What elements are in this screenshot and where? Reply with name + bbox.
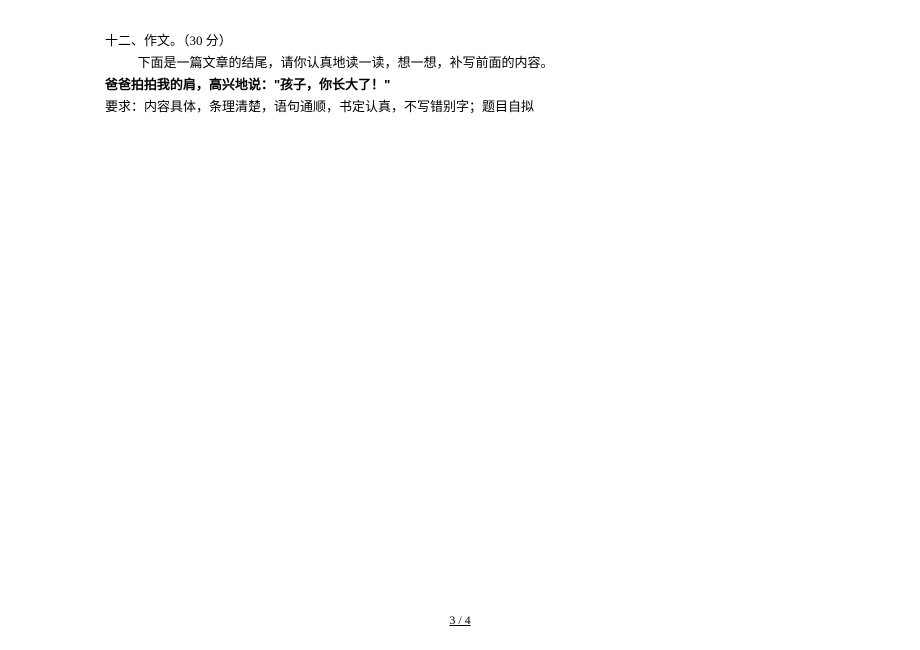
page-number: 3 / 4 bbox=[449, 613, 470, 627]
document-content: 十二、作文。（30 分） 下面是一篇文章的结尾，请你认真地读一读，想一想，补写前… bbox=[0, 30, 920, 118]
instruction-text: 下面是一篇文章的结尾，请你认真地读一读，想一想，补写前面的内容。 bbox=[105, 52, 840, 74]
requirement-text: 要求：内容具体，条理清楚，语句通顺，书定认真，不写错别字；题目自拟 bbox=[105, 96, 840, 118]
quote-line: 爸爸拍拍我的肩，高兴地说："孩子，你长大了！" bbox=[105, 74, 840, 96]
page-footer: 3 / 4 bbox=[0, 613, 920, 628]
section-heading: 十二、作文。（30 分） bbox=[105, 30, 840, 52]
